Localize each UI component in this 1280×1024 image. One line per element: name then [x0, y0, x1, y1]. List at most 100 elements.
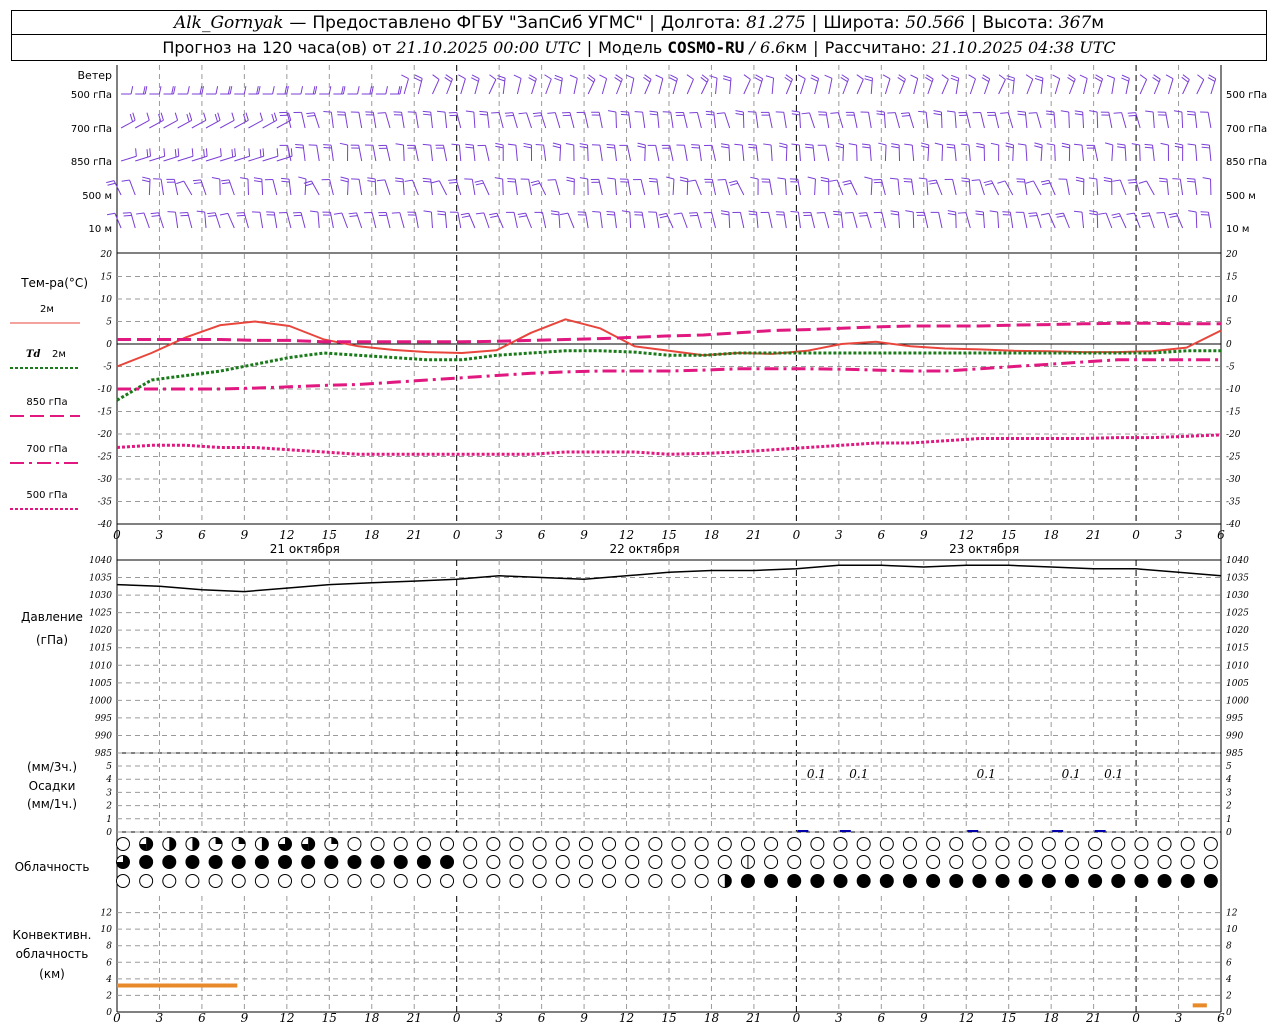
barb-feather	[976, 143, 985, 146]
barb-feather	[163, 148, 166, 157]
wind-barb	[1200, 211, 1212, 229]
x-tick-label-bottom: 12	[279, 1011, 294, 1024]
legend-label-t2m: 2м	[40, 304, 54, 315]
wind-barb	[1138, 180, 1155, 196]
pressure-tick-left: 1005	[89, 679, 112, 689]
wind-barb	[997, 180, 1014, 196]
wind-barb	[422, 110, 433, 129]
cloud-circle	[532, 855, 547, 869]
wind-barb	[191, 86, 204, 95]
wind-barb	[321, 178, 334, 196]
cloud-symbol	[949, 855, 964, 869]
barb-staff	[954, 112, 957, 129]
cloud-symbol	[1018, 874, 1033, 888]
barb-feather	[779, 142, 788, 146]
wind-barb	[290, 86, 304, 95]
barb-feather	[234, 148, 236, 157]
cloud-circle	[1157, 874, 1172, 888]
barb-feather	[507, 180, 516, 183]
barb-feather	[975, 210, 984, 213]
barb-feather	[599, 74, 607, 80]
wind-barb	[262, 86, 275, 95]
barb-feather	[220, 148, 222, 157]
barb-feather	[1186, 110, 1196, 113]
wind-barb	[177, 86, 190, 95]
wind-barb	[655, 74, 664, 95]
cloud-symbol	[740, 855, 755, 869]
barb-feather	[705, 110, 714, 113]
x-tick-label-bottom: 21	[1085, 1011, 1101, 1024]
barb-feather	[903, 180, 912, 183]
barb-feather	[889, 177, 899, 180]
wind-barb	[1073, 210, 1085, 229]
cloud-symbol	[301, 837, 316, 851]
wind-barb	[365, 111, 377, 129]
pressure-tick-left: 1010	[89, 661, 112, 671]
barb-feather	[748, 213, 757, 216]
barb-feather	[961, 177, 970, 180]
precip-title: Осадки	[29, 779, 76, 793]
barb-feather	[497, 77, 505, 82]
cloud-symbol	[347, 874, 362, 888]
wind-barb	[971, 179, 985, 196]
cloud-circle	[347, 837, 362, 851]
barb-staff	[177, 155, 194, 162]
wind-barb	[747, 111, 759, 129]
conv-unit: (км)	[39, 967, 65, 981]
wind-barb	[829, 179, 844, 196]
barb-staff	[998, 79, 1006, 95]
barb-feather	[340, 176, 349, 180]
wind-barb	[293, 111, 306, 129]
cloud-symbol	[532, 855, 547, 869]
wind-barb	[1000, 112, 1014, 129]
barb-feather	[1029, 214, 1038, 217]
barb-feather	[1073, 143, 1083, 146]
barb-feather	[1103, 179, 1112, 183]
cloud-symbol	[139, 855, 154, 869]
barb-staff	[783, 112, 787, 129]
wind-barb	[569, 74, 578, 95]
barb-staff	[1096, 111, 1099, 129]
day-label: 22 октября	[609, 542, 679, 556]
barb-staff	[399, 212, 405, 229]
barb-staff	[1139, 79, 1148, 95]
cloud-circle	[694, 874, 709, 888]
barb-feather	[655, 74, 664, 79]
cloud-circle	[1180, 874, 1195, 888]
barb-feather	[810, 77, 819, 82]
barb-feather	[606, 211, 615, 213]
cloud-circle	[972, 837, 987, 851]
wind-barb	[606, 211, 617, 229]
x-tick-label-bottom: 12	[619, 1011, 634, 1024]
barb-feather	[1075, 176, 1084, 180]
barb-staff	[430, 212, 433, 229]
barb-staff	[341, 212, 349, 229]
barb-feather	[1005, 145, 1014, 149]
barb-feather	[620, 111, 629, 113]
cloud-circle	[486, 837, 501, 851]
wind-barb	[236, 212, 249, 229]
barb-feather	[748, 146, 757, 149]
barb-feather	[1106, 74, 1115, 79]
wind-barb	[351, 178, 363, 196]
cloud-fill	[261, 837, 269, 851]
barb-feather	[130, 86, 134, 95]
cloud-symbol	[694, 855, 709, 869]
barb-feather	[395, 180, 404, 183]
cloud-circle	[949, 855, 964, 869]
wind-barb	[264, 178, 278, 196]
x-tick-label: 3	[156, 528, 164, 542]
wind-barb	[444, 74, 453, 95]
x-tick-label: 6	[538, 528, 546, 542]
wind-barb	[591, 144, 603, 162]
x-tick-label-bottom: 21	[406, 1011, 422, 1024]
cloud-circle	[555, 874, 570, 888]
barb-feather	[691, 146, 700, 149]
x-tick-label: 0	[793, 528, 801, 542]
wind-barb	[920, 142, 930, 162]
barb-staff	[528, 179, 533, 196]
barb-feather	[1061, 142, 1070, 146]
wind-barb	[1075, 176, 1085, 196]
cloud-symbol	[578, 874, 593, 888]
barb-feather	[215, 86, 219, 95]
